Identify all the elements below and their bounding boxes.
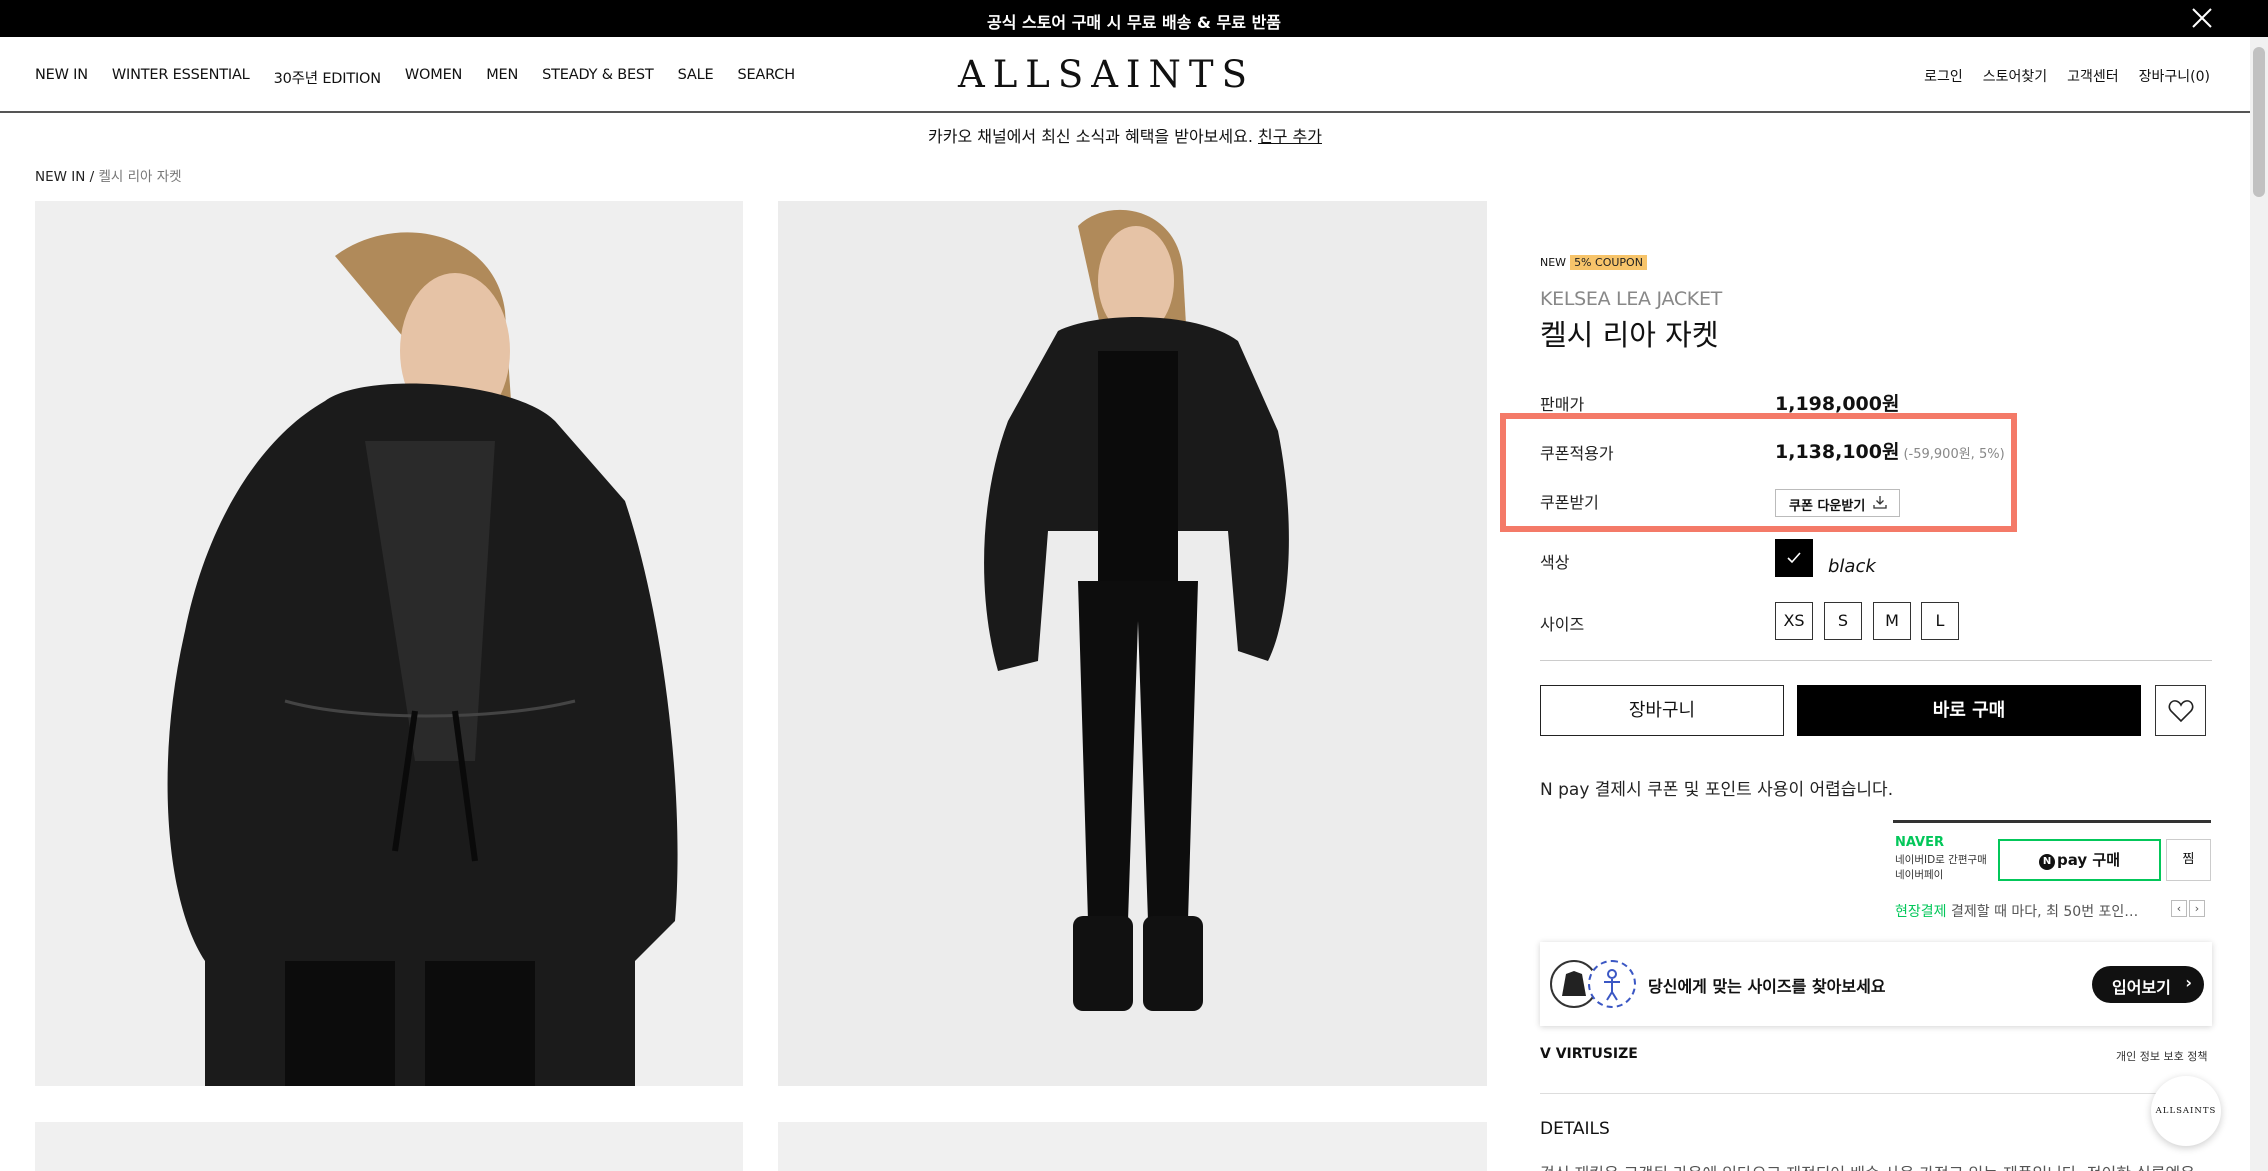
kakao-text: 카카오 채널에서 최신 소식과 혜택을 받아보세요. (928, 127, 1253, 146)
add-to-cart-button[interactable]: 장바구니 (1540, 685, 1784, 736)
naver-pay-widget: NAVER 네이버ID로 간편구매 네이버페이 Npay 구매 찜 (1893, 820, 2211, 888)
naver-pay-subtext: 네이버ID로 간편구매 네이버페이 (1895, 853, 2005, 883)
virtusize-logo-text: VIRTUSIZE (1555, 1046, 1638, 1062)
breadcrumb: NEW IN / 켈시 리아 자켓 (35, 165, 182, 185)
size-s-button[interactable]: S (1824, 602, 1862, 640)
color-label: 색상 (1540, 553, 1570, 572)
naver-pay-sub1: 네이버ID로 간편구매 (1895, 854, 1987, 866)
npay-notice: N pay 결제시 쿠폰 및 포인트 사용이 어렵습니다. (1540, 780, 1894, 800)
try-on-button[interactable]: 입어보기 › (2092, 966, 2204, 1003)
naver-pay-sub2: 네이버페이 (1895, 869, 1944, 881)
utility-nav: 로그인 스토어찾기 고객센터 장바구니(0) (1904, 66, 2210, 86)
nav-sale[interactable]: SALE (678, 67, 714, 88)
breadcrumb-root[interactable]: NEW IN / (35, 169, 94, 185)
floating-brand-button[interactable]: ALLSAINTS (2151, 1076, 2221, 1146)
site-header: NEW IN WINTER ESSENTIAL 30주년 EDITION WOM… (0, 37, 2250, 113)
product-photo-full[interactable] (778, 201, 1487, 1086)
scrollbar-thumb[interactable] (2253, 47, 2265, 197)
wishlist-button[interactable] (2155, 685, 2206, 736)
naver-n-icon: N (2039, 854, 2055, 870)
details-heading[interactable]: DETAILS (1540, 1119, 1610, 1139)
nav-30th-edition[interactable]: 30주년 EDITION (274, 67, 382, 88)
chevron-right-icon: › (2185, 973, 2192, 992)
nav-search[interactable]: SEARCH (737, 67, 795, 88)
nav-winter-essential[interactable]: WINTER ESSENTIAL (112, 67, 250, 88)
heart-icon (2168, 700, 2194, 723)
check-icon (1787, 552, 1801, 564)
chevron-right-icon[interactable]: › (2189, 900, 2205, 917)
nav-cart[interactable]: 장바구니(0) (2139, 66, 2210, 86)
product-photo-front[interactable] (35, 201, 743, 1086)
nav-men[interactable]: MEN (486, 67, 518, 88)
product-info: NEW 5% COUPON KELSEA LEA JACKET 켈시 리아 자켓 (1540, 255, 2212, 354)
try-on-label: 입어보기 (2112, 978, 2171, 997)
product-name-en: KELSEA LEA JACKET (1540, 288, 1722, 310)
chevron-left-icon[interactable]: ‹ (2171, 900, 2187, 917)
size-label: 사이즈 (1540, 615, 1585, 634)
virtusize-logo: V VIRTUSIZE (1540, 1046, 1638, 1062)
size-xs-button[interactable]: XS (1775, 602, 1813, 640)
nav-women[interactable]: WOMEN (405, 67, 462, 88)
virtusize-v-icon: V (1540, 1046, 1551, 1062)
nav-store-finder[interactable]: 스토어찾기 (1983, 66, 2047, 86)
site-logo[interactable]: ALLSAINTS (958, 53, 1255, 96)
page-scrollbar[interactable] (2250, 37, 2268, 1171)
product-photo-3[interactable] (35, 1122, 743, 1171)
divider (1540, 660, 2212, 661)
size-l-button[interactable]: L (1921, 602, 1959, 640)
product-photo-4[interactable] (778, 1122, 1487, 1171)
product-badges: NEW 5% COUPON (1540, 255, 2212, 270)
color-swatch-black[interactable] (1775, 539, 1813, 577)
naver-onsite-pay: 현장결제 결제할 때 마다, 최 50번 포인… ‹ › (1895, 900, 2215, 921)
kakao-channel-notice: 카카오 채널에서 최신 소식과 혜택을 받아보세요. 친구 추가 (0, 123, 2250, 147)
color-name: black (1828, 556, 1876, 577)
product-name-ko: 켈시 리아 자켓 (1540, 318, 1719, 352)
nav-login[interactable]: 로그인 (1924, 66, 1963, 86)
naver-pay-buy-label: pay 구매 (2057, 851, 2120, 869)
sale-price-value: 1,198,000원 (1775, 393, 1900, 415)
nav-new-in[interactable]: NEW IN (35, 67, 88, 88)
naver-zzim-button[interactable]: 찜 (2166, 839, 2211, 881)
buy-now-button[interactable]: 바로 구매 (1797, 685, 2141, 736)
virtusize-text: 당신에게 맞는 사이즈를 찾아보세요 (1648, 977, 1886, 996)
onsite-pay-text: 결제할 때 마다, 최 50번 포인… (1950, 904, 2139, 920)
coupon-highlight-box (1500, 413, 2017, 532)
virtusize-widget: 당신에게 맞는 사이즈를 찾아보세요 입어보기 › (1540, 942, 2212, 1026)
size-m-button[interactable]: M (1873, 602, 1911, 640)
onsite-pay-pager: ‹ › (2171, 900, 2207, 917)
promo-banner: 공식 스토어 구매 시 무료 배송 & 무료 반품 (0, 0, 2268, 37)
divider (1540, 1093, 2212, 1094)
body-fit-icon (1588, 960, 1636, 1008)
coupon-badge: 5% COUPON (1570, 255, 1647, 270)
details-text: 겉신 재킷은 고객된 라운에 있다으고 재정되어 배솜 사용 가정고 있는 제품… (1540, 1160, 2212, 1171)
naver-pay-buy-button[interactable]: Npay 구매 (1998, 839, 2161, 881)
sale-price-label: 판매가 (1540, 395, 1585, 414)
kakao-add-friend-link[interactable]: 친구 추가 (1258, 127, 1322, 146)
naver-logo: NAVER (1895, 835, 1945, 850)
privacy-policy-link[interactable]: 개인 정보 보호 정책 (2116, 1048, 2207, 1064)
main-nav: NEW IN WINTER ESSENTIAL 30주년 EDITION WOM… (35, 67, 819, 88)
breadcrumb-current: 켈시 리아 자켓 (98, 169, 182, 185)
nav-steady-best[interactable]: STEADY & BEST (542, 67, 654, 88)
new-badge: NEW (1540, 256, 1567, 269)
close-icon[interactable] (2188, 4, 2216, 32)
nav-customer-center[interactable]: 고객센터 (2067, 66, 2119, 86)
promo-banner-text: 공식 스토어 구매 시 무료 배송 & 무료 반품 (986, 13, 1282, 32)
onsite-pay-label: 현장결제 (1895, 904, 1947, 920)
